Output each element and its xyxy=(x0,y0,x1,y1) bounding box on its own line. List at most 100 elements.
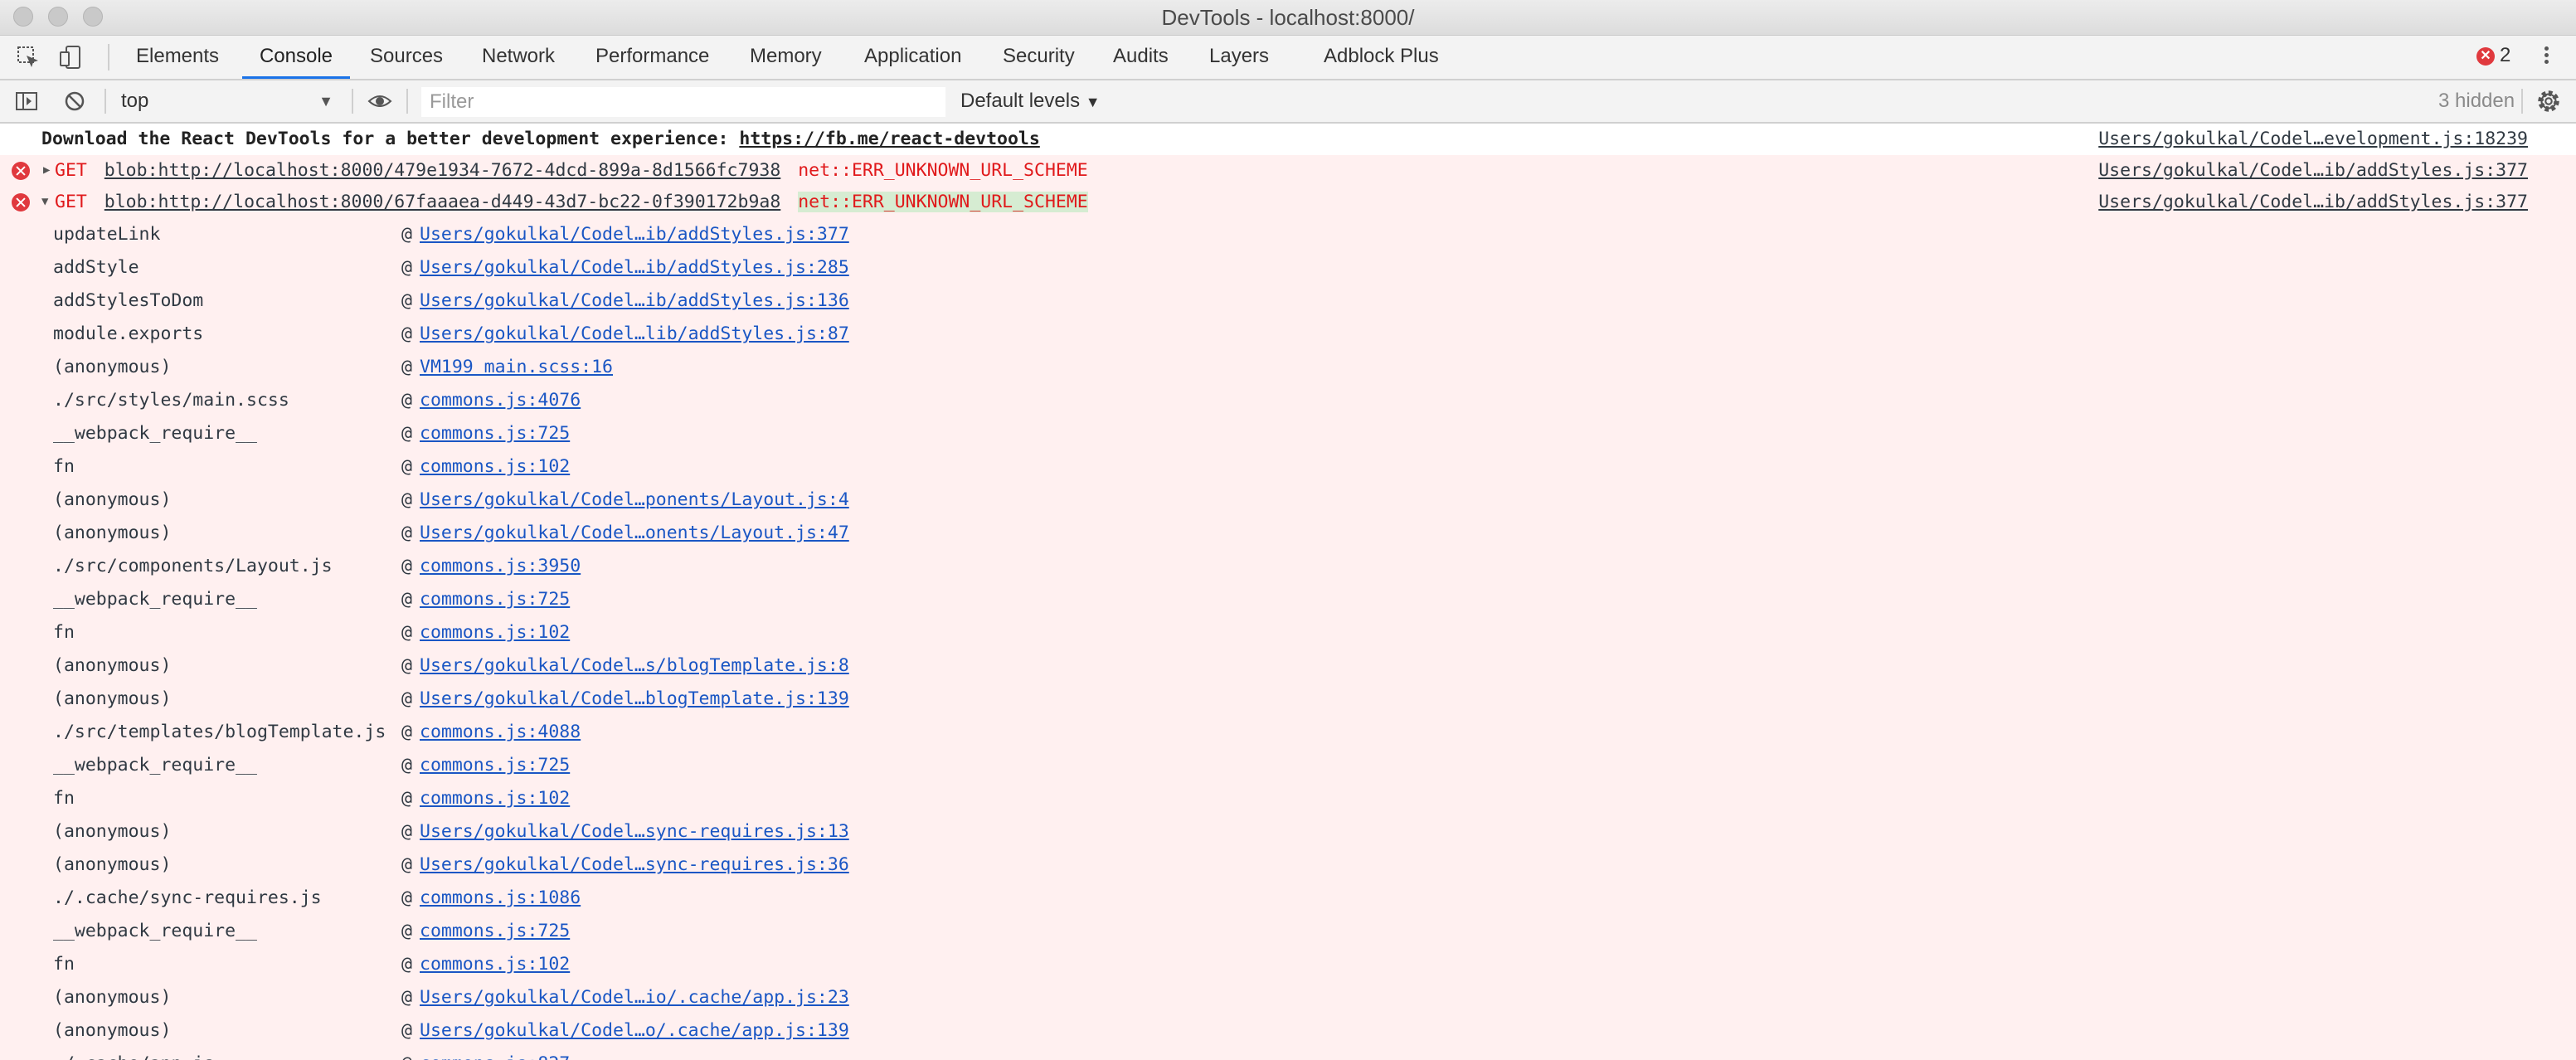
console-messages: Download the React DevTools for a better… xyxy=(0,124,2576,1060)
request-url-link[interactable]: blob:http://localhost:8000/67faaaea-d449… xyxy=(104,192,780,212)
stack-frame: (anonymous) @ Users/gokulkal/Codel…sync-re… xyxy=(0,815,2576,848)
stack-frame: __webpack_require__ @ commons.js:725 xyxy=(0,915,2576,948)
frame-function: (anonymous) xyxy=(53,688,172,709)
frame-source-link[interactable]: Users/gokulkal/Codel…sync-requires.js:13 xyxy=(420,815,849,848)
frame-function: __webpack_require__ xyxy=(53,589,257,610)
inspect-element-icon[interactable] xyxy=(15,44,41,71)
tab-network[interactable]: Network xyxy=(482,36,555,77)
frame-source-link[interactable]: Users/gokulkal/Codel…s/blogTemplate.js:8 xyxy=(420,649,849,683)
tab-adblock-plus[interactable]: Adblock Plus xyxy=(1324,36,1439,77)
stack-frame: ./.cache/sync-requires.js @ commons.js:108… xyxy=(0,882,2576,915)
frame-source-link[interactable]: commons.js:102 xyxy=(420,948,570,981)
frame-source-link[interactable]: Users/gokulkal/Codel…io/.cache/app.js:23 xyxy=(420,981,849,1014)
frame-source-link[interactable]: commons.js:3950 xyxy=(420,550,581,583)
stack-frame: fn @ commons.js:102 xyxy=(0,616,2576,649)
at-symbol: @ xyxy=(401,1020,412,1041)
error-count[interactable]: 2 xyxy=(2500,44,2510,67)
frame-function: __webpack_require__ xyxy=(53,423,257,444)
device-toolbar-icon[interactable] xyxy=(58,44,85,71)
frame-source-link[interactable]: Users/gokulkal/Codel…sync-requires.js:36 xyxy=(420,848,849,882)
tab-security[interactable]: Security xyxy=(1003,36,1075,77)
frame-function: (anonymous) xyxy=(53,523,172,543)
divider xyxy=(352,89,353,114)
devtools-tabbar: Elements Console Sources Network Perform… xyxy=(0,36,2576,80)
frame-source-link[interactable]: commons.js:4088 xyxy=(420,716,581,749)
at-symbol: @ xyxy=(401,390,412,411)
divider xyxy=(108,44,109,71)
tab-performance[interactable]: Performance xyxy=(595,36,709,77)
at-symbol: @ xyxy=(401,224,412,245)
console-message-error-expanded[interactable]: ▼ GET blob:http://localhost:8000/67faaae… xyxy=(0,187,2576,218)
react-devtools-link[interactable]: https://fb.me/react-devtools xyxy=(739,129,1039,149)
message-source-link[interactable]: Users/gokulkal/Codel…ib/addStyles.js:377 xyxy=(2098,187,2528,218)
tab-layers[interactable]: Layers xyxy=(1209,36,1269,77)
stack-frame: (anonymous) @ Users/gokulkal/Codel…o/.cach… xyxy=(0,1014,2576,1048)
frame-function: fn xyxy=(53,456,75,477)
at-symbol: @ xyxy=(401,854,412,875)
error-count-icon[interactable]: ✕ xyxy=(2476,47,2495,66)
expand-triangle-icon[interactable]: ▶ xyxy=(43,163,50,177)
live-expression-eye-icon[interactable] xyxy=(367,88,393,114)
frame-source-link[interactable]: commons.js:102 xyxy=(420,450,570,484)
frame-source-link[interactable]: commons.js:1086 xyxy=(420,882,581,915)
frame-source-link[interactable]: Users/gokulkal/Codel…onents/Layout.js:47 xyxy=(420,517,849,550)
stack-frame: (anonymous) @ Users/gokulkal/Codel…onents/… xyxy=(0,517,2576,550)
tab-application[interactable]: Application xyxy=(864,36,961,77)
frame-function: ./.cache/app.js xyxy=(53,1048,214,1060)
window-titlebar: DevTools - localhost:8000/ xyxy=(0,0,2576,36)
stack-frame: addStylesToDom @ Users/gokulkal/Codel…ib/a… xyxy=(0,284,2576,318)
frame-function: ./.cache/sync-requires.js xyxy=(53,887,322,908)
error-text: net::ERR_UNKNOWN_URL_SCHEME xyxy=(798,192,1088,212)
tab-console[interactable]: Console xyxy=(242,36,350,79)
sidebar-toggle-icon[interactable] xyxy=(13,88,40,114)
tab-audits[interactable]: Audits xyxy=(1113,36,1169,77)
frame-function: __webpack_require__ xyxy=(53,921,257,941)
console-message-error[interactable]: ▶ GET blob:http://localhost:8000/479e193… xyxy=(0,155,2576,187)
at-symbol: @ xyxy=(401,589,412,610)
collapse-triangle-icon[interactable]: ▼ xyxy=(41,195,48,208)
frame-source-link[interactable]: commons.js:827 xyxy=(420,1048,570,1060)
frame-source-link[interactable]: Users/gokulkal/Codel…o/.cache/app.js:139 xyxy=(420,1014,849,1048)
frame-function: addStylesToDom xyxy=(53,290,204,311)
frame-source-link[interactable]: Users/gokulkal/Codel…ponents/Layout.js:4 xyxy=(420,484,849,517)
frame-source-link[interactable]: Users/gokulkal/Codel…ib/addStyles.js:377 xyxy=(420,218,849,251)
frame-function: (anonymous) xyxy=(53,489,172,510)
at-symbol: @ xyxy=(401,323,412,344)
context-selector[interactable]: top ▼ xyxy=(121,87,338,115)
error-text: net::ERR_UNKNOWN_URL_SCHEME xyxy=(798,160,1088,181)
frame-source-link[interactable]: Users/gokulkal/Codel…lib/addStyles.js:87 xyxy=(420,318,849,351)
tab-memory[interactable]: Memory xyxy=(750,36,822,77)
clear-console-icon[interactable] xyxy=(61,88,88,114)
frame-source-link[interactable]: commons.js:102 xyxy=(420,616,570,649)
at-symbol: @ xyxy=(401,987,412,1008)
frame-source-link[interactable]: VM199 main.scss:16 xyxy=(420,351,613,384)
divider xyxy=(2521,89,2523,114)
frame-source-link[interactable]: Users/gokulkal/Codel…ib/addStyles.js:136 xyxy=(420,284,849,318)
message-source-link[interactable]: Users/gokulkal/Codel…ib/addStyles.js:377 xyxy=(2098,155,2528,187)
error-icon xyxy=(12,162,30,180)
at-symbol: @ xyxy=(401,556,412,576)
stack-frame: fn @ commons.js:102 xyxy=(0,782,2576,815)
frame-source-link[interactable]: commons.js:725 xyxy=(420,583,570,616)
frame-source-link[interactable]: Users/gokulkal/Codel…ib/addStyles.js:285 xyxy=(420,251,849,284)
frame-source-link[interactable]: commons.js:725 xyxy=(420,915,570,948)
filter-input[interactable]: Filter xyxy=(421,87,945,117)
message-source-link[interactable]: Users/gokulkal/Codel…evelopment.js:18239 xyxy=(2098,124,2528,155)
frame-source-link[interactable]: commons.js:4076 xyxy=(420,384,581,417)
console-settings-gear-icon[interactable] xyxy=(2535,87,2563,115)
request-url-link[interactable]: blob:http://localhost:8000/479e1934-7672… xyxy=(104,160,780,181)
tab-sources[interactable]: Sources xyxy=(370,36,443,77)
frame-source-link[interactable]: commons.js:725 xyxy=(420,417,570,450)
frame-source-link[interactable]: Users/gokulkal/Codel…blogTemplate.js:139 xyxy=(420,683,849,716)
frame-function: fn xyxy=(53,788,75,809)
more-options-icon[interactable] xyxy=(2542,44,2550,69)
log-levels-dropdown[interactable]: Default levels ▼ xyxy=(960,87,1101,116)
context-selector-value: top xyxy=(121,90,149,112)
at-symbol: @ xyxy=(401,622,412,643)
tab-elements[interactable]: Elements xyxy=(136,36,219,77)
frame-function: (anonymous) xyxy=(53,987,172,1008)
frame-source-link[interactable]: commons.js:102 xyxy=(420,782,570,815)
frame-source-link[interactable]: commons.js:725 xyxy=(420,749,570,782)
request-method: GET xyxy=(55,160,87,181)
at-symbol: @ xyxy=(401,688,412,709)
